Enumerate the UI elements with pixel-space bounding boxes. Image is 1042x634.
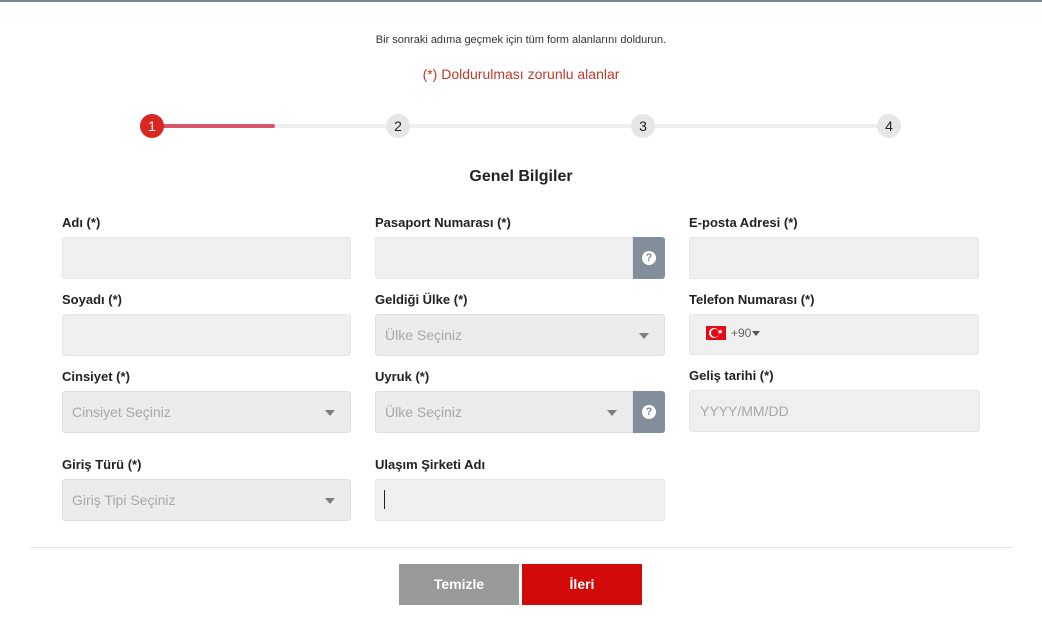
last-name-input[interactable] bbox=[62, 314, 351, 356]
nationality-help-button[interactable]: ? bbox=[633, 391, 665, 433]
step-4[interactable]: 4 bbox=[877, 114, 901, 138]
chevron-down-icon bbox=[325, 498, 335, 504]
nationality-label: Uyruk (*) bbox=[375, 369, 430, 384]
entry-type-select[interactable]: Giriş Tipi Seçiniz bbox=[62, 479, 351, 521]
gender-select[interactable]: Cinsiyet Seçiniz bbox=[62, 391, 351, 433]
first-name-input[interactable] bbox=[62, 237, 351, 279]
section-title: Genel Bilgiler bbox=[469, 168, 573, 185]
entry-type-selected-value: Giriş Tipi Seçiniz bbox=[72, 492, 176, 508]
chevron-down-icon bbox=[607, 410, 617, 416]
chevron-down-icon bbox=[325, 410, 335, 416]
clear-button[interactable]: Temizle bbox=[399, 564, 519, 605]
origin-country-select[interactable]: Ülke Seçiniz bbox=[375, 314, 665, 356]
top-border bbox=[0, 0, 1042, 2]
transport-company-input[interactable] bbox=[375, 479, 665, 521]
stepper-progress-fill bbox=[152, 124, 275, 128]
first-name-label: Adı (*) bbox=[62, 215, 101, 230]
passport-input[interactable] bbox=[375, 237, 633, 279]
gender-selected-value: Cinsiyet Seçiniz bbox=[72, 404, 171, 420]
step-3[interactable]: 3 bbox=[631, 114, 655, 138]
nationality-selected-value: Ülke Seçiniz bbox=[385, 404, 463, 420]
transport-company-label: Ulaşım Şirketi Adı bbox=[375, 457, 486, 472]
text-cursor bbox=[384, 490, 385, 509]
phone-label: Telefon Numarası (*) bbox=[689, 292, 815, 307]
turkey-flag-icon[interactable]: ★ bbox=[706, 326, 726, 340]
caret-down-icon[interactable] bbox=[752, 331, 760, 336]
passport-help-button[interactable]: ? bbox=[633, 237, 665, 279]
entry-type-label: Giriş Türü (*) bbox=[62, 457, 142, 472]
gender-label: Cinsiyet (*) bbox=[62, 369, 130, 384]
step-2[interactable]: 2 bbox=[386, 114, 410, 138]
passport-label: Pasaport Numarası (*) bbox=[375, 215, 511, 230]
nationality-select[interactable]: Ülke Seçiniz bbox=[375, 391, 633, 433]
arrival-date-placeholder: YYYY/MM/DD bbox=[700, 403, 789, 419]
origin-country-label: Geldiği Ülke (*) bbox=[375, 292, 468, 307]
progress-stepper: 1 2 3 4 bbox=[140, 114, 901, 138]
dial-code[interactable]: +90 bbox=[731, 326, 751, 341]
chevron-down-icon bbox=[639, 333, 649, 339]
email-label: E-posta Adresi (*) bbox=[689, 215, 798, 230]
next-button[interactable]: İleri bbox=[522, 564, 642, 605]
question-icon: ? bbox=[642, 251, 656, 265]
question-icon: ? bbox=[642, 405, 656, 419]
arrival-date-input[interactable]: YYYY/MM/DD bbox=[689, 390, 980, 432]
origin-country-selected-value: Ülke Seçiniz bbox=[385, 327, 463, 343]
last-name-label: Soyadı (*) bbox=[62, 292, 122, 307]
divider bbox=[30, 547, 1012, 548]
arrival-date-label: Geliş tarihi (*) bbox=[689, 368, 774, 383]
step-1[interactable]: 1 bbox=[140, 114, 164, 138]
form-instruction: Bir sonraki adıma geçmek için tüm form a… bbox=[375, 34, 667, 46]
email-input[interactable] bbox=[689, 237, 979, 279]
required-fields-note: (*) Doldurulması zorunlu alanlar bbox=[422, 66, 620, 82]
